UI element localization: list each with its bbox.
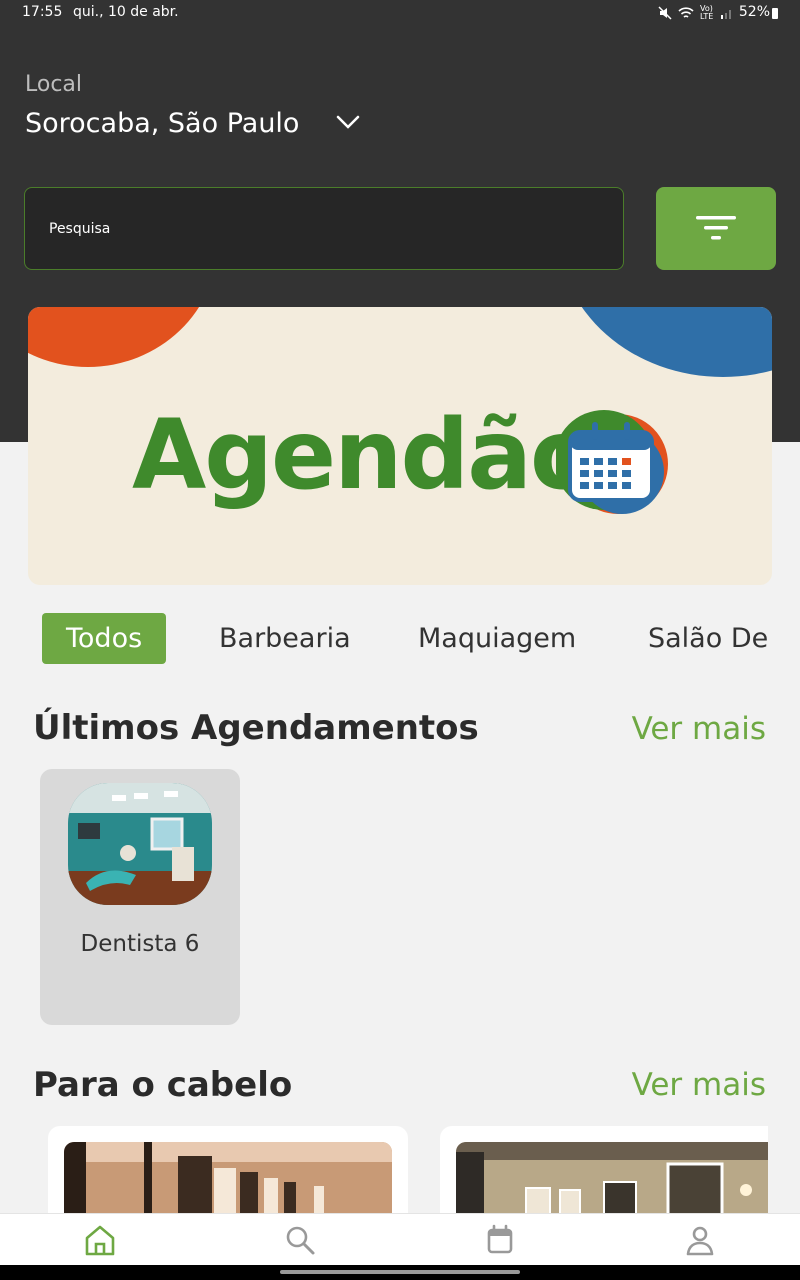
location-label: Local xyxy=(25,72,83,97)
recent-section-title: Últimos Agendamentos xyxy=(33,708,479,748)
recent-see-more-link[interactable]: Ver mais xyxy=(632,711,766,747)
banner-decor-blue xyxy=(558,307,772,377)
banner-decor-orange xyxy=(28,307,218,367)
system-navigation-bar xyxy=(0,1265,800,1280)
filter-button[interactable] xyxy=(656,187,776,270)
salon-photo xyxy=(456,1142,768,1216)
profile-icon[interactable] xyxy=(680,1220,720,1260)
calendar-icon[interactable] xyxy=(480,1220,520,1260)
category-tab-todos[interactable]: Todos xyxy=(42,613,167,664)
mute-icon xyxy=(658,6,672,20)
category-tabs: Todos Barbearia Maquiagem Salão De xyxy=(42,613,782,665)
hair-salon-card[interactable] xyxy=(48,1126,408,1216)
promo-banner[interactable]: Agendão xyxy=(28,307,772,585)
status-time: 17:55 xyxy=(22,4,63,20)
category-tab-salao[interactable]: Salão De xyxy=(648,613,768,664)
wifi-icon xyxy=(678,7,694,18)
home-icon[interactable] xyxy=(80,1220,120,1260)
chevron-down-icon[interactable] xyxy=(334,110,362,134)
hair-salon-card[interactable] xyxy=(440,1126,768,1216)
battery-percent: 52% xyxy=(738,4,770,20)
home-gesture-handle[interactable] xyxy=(280,1270,520,1274)
category-tab-barbearia[interactable]: Barbearia xyxy=(219,613,351,664)
search-input[interactable] xyxy=(49,218,569,240)
dentist-office-photo xyxy=(68,783,212,905)
status-icons: Vo) LTE xyxy=(658,5,734,21)
search-icon[interactable] xyxy=(280,1220,320,1260)
filter-icon xyxy=(696,216,736,240)
battery-icon xyxy=(772,8,778,19)
search-box[interactable] xyxy=(24,187,624,270)
signal-icon xyxy=(721,10,731,19)
location-selector[interactable]: Sorocaba, São Paulo xyxy=(25,108,299,139)
status-bar: 17:55 qui., 10 de abr. Vo) LTE 52% xyxy=(0,0,800,26)
network-type: Vo) LTE xyxy=(700,4,714,21)
hair-carousel xyxy=(0,1126,768,1216)
recent-appointment-card[interactable]: Dentista 6 xyxy=(40,769,240,1025)
calendar-icon xyxy=(556,410,668,514)
status-date: qui., 10 de abr. xyxy=(73,4,179,20)
banner-logo-text: Agendão xyxy=(132,399,596,511)
bottom-navigation xyxy=(0,1213,800,1265)
category-tab-maquiagem[interactable]: Maquiagem xyxy=(418,613,576,664)
hair-see-more-link[interactable]: Ver mais xyxy=(632,1067,766,1103)
hair-section-title: Para o cabelo xyxy=(33,1065,293,1105)
salon-photo xyxy=(64,1142,392,1216)
recent-appointment-name: Dentista 6 xyxy=(80,931,200,957)
